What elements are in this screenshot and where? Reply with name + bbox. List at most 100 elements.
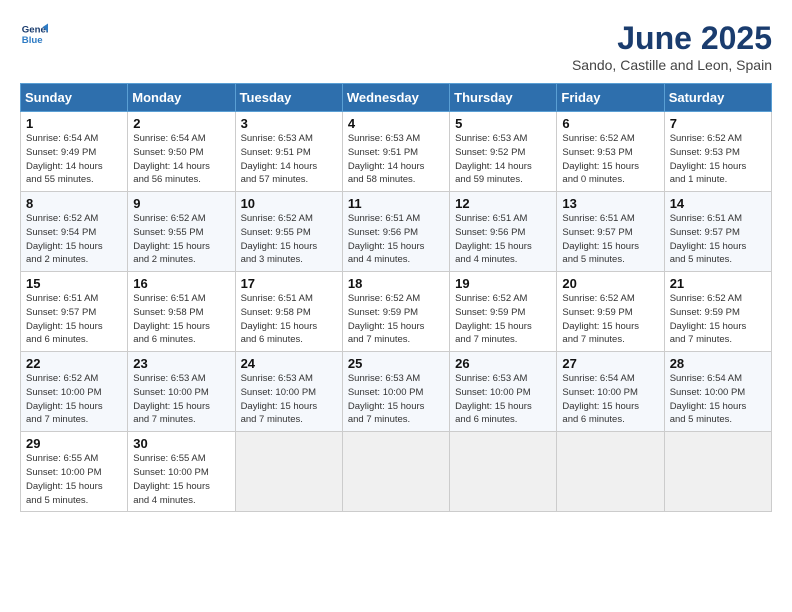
day-number: 12 [455,196,551,211]
day-info: Sunrise: 6:52 AM Sunset: 9:59 PM Dayligh… [455,292,551,347]
day-info: Sunrise: 6:53 AM Sunset: 10:00 PM Daylig… [348,372,444,427]
day-cell-5: 5Sunrise: 6:53 AM Sunset: 9:52 PM Daylig… [450,112,557,192]
week-row-2: 8Sunrise: 6:52 AM Sunset: 9:54 PM Daylig… [21,192,772,272]
day-number: 28 [670,356,766,371]
empty-cell [342,432,449,512]
header-cell-tuesday: Tuesday [235,84,342,112]
day-number: 5 [455,116,551,131]
day-info: Sunrise: 6:52 AM Sunset: 9:59 PM Dayligh… [562,292,658,347]
day-number: 18 [348,276,444,291]
day-number: 13 [562,196,658,211]
day-cell-14: 14Sunrise: 6:51 AM Sunset: 9:57 PM Dayli… [664,192,771,272]
day-number: 19 [455,276,551,291]
header-cell-saturday: Saturday [664,84,771,112]
day-info: Sunrise: 6:53 AM Sunset: 10:00 PM Daylig… [241,372,337,427]
day-number: 26 [455,356,551,371]
day-cell-4: 4Sunrise: 6:53 AM Sunset: 9:51 PM Daylig… [342,112,449,192]
day-cell-29: 29Sunrise: 6:55 AM Sunset: 10:00 PM Dayl… [21,432,128,512]
day-info: Sunrise: 6:54 AM Sunset: 9:49 PM Dayligh… [26,132,122,187]
day-cell-13: 13Sunrise: 6:51 AM Sunset: 9:57 PM Dayli… [557,192,664,272]
week-row-1: 1Sunrise: 6:54 AM Sunset: 9:49 PM Daylig… [21,112,772,192]
day-info: Sunrise: 6:53 AM Sunset: 9:51 PM Dayligh… [348,132,444,187]
day-cell-23: 23Sunrise: 6:53 AM Sunset: 10:00 PM Dayl… [128,352,235,432]
day-info: Sunrise: 6:54 AM Sunset: 10:00 PM Daylig… [562,372,658,427]
day-number: 10 [241,196,337,211]
day-info: Sunrise: 6:55 AM Sunset: 10:00 PM Daylig… [133,452,229,507]
day-info: Sunrise: 6:54 AM Sunset: 10:00 PM Daylig… [670,372,766,427]
header-row: SundayMondayTuesdayWednesdayThursdayFrid… [21,84,772,112]
empty-cell [664,432,771,512]
day-info: Sunrise: 6:52 AM Sunset: 10:00 PM Daylig… [26,372,122,427]
header: General Blue June 2025 Sando, Castille a… [20,20,772,73]
week-row-3: 15Sunrise: 6:51 AM Sunset: 9:57 PM Dayli… [21,272,772,352]
empty-cell [235,432,342,512]
day-cell-6: 6Sunrise: 6:52 AM Sunset: 9:53 PM Daylig… [557,112,664,192]
day-cell-3: 3Sunrise: 6:53 AM Sunset: 9:51 PM Daylig… [235,112,342,192]
day-info: Sunrise: 6:51 AM Sunset: 9:58 PM Dayligh… [133,292,229,347]
week-row-4: 22Sunrise: 6:52 AM Sunset: 10:00 PM Dayl… [21,352,772,432]
day-cell-25: 25Sunrise: 6:53 AM Sunset: 10:00 PM Dayl… [342,352,449,432]
day-cell-28: 28Sunrise: 6:54 AM Sunset: 10:00 PM Dayl… [664,352,771,432]
day-number: 17 [241,276,337,291]
week-row-5: 29Sunrise: 6:55 AM Sunset: 10:00 PM Dayl… [21,432,772,512]
day-number: 14 [670,196,766,211]
day-number: 7 [670,116,766,131]
day-info: Sunrise: 6:53 AM Sunset: 9:51 PM Dayligh… [241,132,337,187]
day-info: Sunrise: 6:52 AM Sunset: 9:59 PM Dayligh… [670,292,766,347]
day-number: 27 [562,356,658,371]
day-info: Sunrise: 6:53 AM Sunset: 9:52 PM Dayligh… [455,132,551,187]
day-info: Sunrise: 6:52 AM Sunset: 9:55 PM Dayligh… [133,212,229,267]
day-number: 9 [133,196,229,211]
day-number: 1 [26,116,122,131]
day-cell-20: 20Sunrise: 6:52 AM Sunset: 9:59 PM Dayli… [557,272,664,352]
day-info: Sunrise: 6:52 AM Sunset: 9:55 PM Dayligh… [241,212,337,267]
day-number: 23 [133,356,229,371]
day-number: 16 [133,276,229,291]
day-info: Sunrise: 6:52 AM Sunset: 9:54 PM Dayligh… [26,212,122,267]
day-info: Sunrise: 6:54 AM Sunset: 9:50 PM Dayligh… [133,132,229,187]
day-number: 3 [241,116,337,131]
day-info: Sunrise: 6:52 AM Sunset: 9:53 PM Dayligh… [670,132,766,187]
logo: General Blue [20,20,48,48]
day-cell-17: 17Sunrise: 6:51 AM Sunset: 9:58 PM Dayli… [235,272,342,352]
day-info: Sunrise: 6:51 AM Sunset: 9:58 PM Dayligh… [241,292,337,347]
day-cell-1: 1Sunrise: 6:54 AM Sunset: 9:49 PM Daylig… [21,112,128,192]
day-cell-19: 19Sunrise: 6:52 AM Sunset: 9:59 PM Dayli… [450,272,557,352]
day-number: 25 [348,356,444,371]
header-cell-sunday: Sunday [21,84,128,112]
day-info: Sunrise: 6:51 AM Sunset: 9:56 PM Dayligh… [348,212,444,267]
day-number: 21 [670,276,766,291]
day-number: 29 [26,436,122,451]
day-cell-10: 10Sunrise: 6:52 AM Sunset: 9:55 PM Dayli… [235,192,342,272]
day-info: Sunrise: 6:51 AM Sunset: 9:57 PM Dayligh… [562,212,658,267]
day-cell-30: 30Sunrise: 6:55 AM Sunset: 10:00 PM Dayl… [128,432,235,512]
day-info: Sunrise: 6:51 AM Sunset: 9:57 PM Dayligh… [670,212,766,267]
header-cell-friday: Friday [557,84,664,112]
day-number: 8 [26,196,122,211]
day-number: 30 [133,436,229,451]
day-info: Sunrise: 6:55 AM Sunset: 10:00 PM Daylig… [26,452,122,507]
day-number: 11 [348,196,444,211]
title-area: June 2025 Sando, Castille and Leon, Spai… [572,20,772,73]
day-cell-15: 15Sunrise: 6:51 AM Sunset: 9:57 PM Dayli… [21,272,128,352]
day-cell-22: 22Sunrise: 6:52 AM Sunset: 10:00 PM Dayl… [21,352,128,432]
day-number: 20 [562,276,658,291]
header-cell-thursday: Thursday [450,84,557,112]
day-info: Sunrise: 6:53 AM Sunset: 10:00 PM Daylig… [133,372,229,427]
day-number: 15 [26,276,122,291]
day-cell-18: 18Sunrise: 6:52 AM Sunset: 9:59 PM Dayli… [342,272,449,352]
empty-cell [450,432,557,512]
day-number: 6 [562,116,658,131]
day-number: 2 [133,116,229,131]
day-cell-2: 2Sunrise: 6:54 AM Sunset: 9:50 PM Daylig… [128,112,235,192]
day-info: Sunrise: 6:53 AM Sunset: 10:00 PM Daylig… [455,372,551,427]
logo-icon: General Blue [20,20,48,48]
day-info: Sunrise: 6:51 AM Sunset: 9:56 PM Dayligh… [455,212,551,267]
empty-cell [557,432,664,512]
calendar-title: June 2025 [572,20,772,57]
day-cell-21: 21Sunrise: 6:52 AM Sunset: 9:59 PM Dayli… [664,272,771,352]
day-number: 22 [26,356,122,371]
day-cell-27: 27Sunrise: 6:54 AM Sunset: 10:00 PM Dayl… [557,352,664,432]
day-number: 24 [241,356,337,371]
header-cell-monday: Monday [128,84,235,112]
